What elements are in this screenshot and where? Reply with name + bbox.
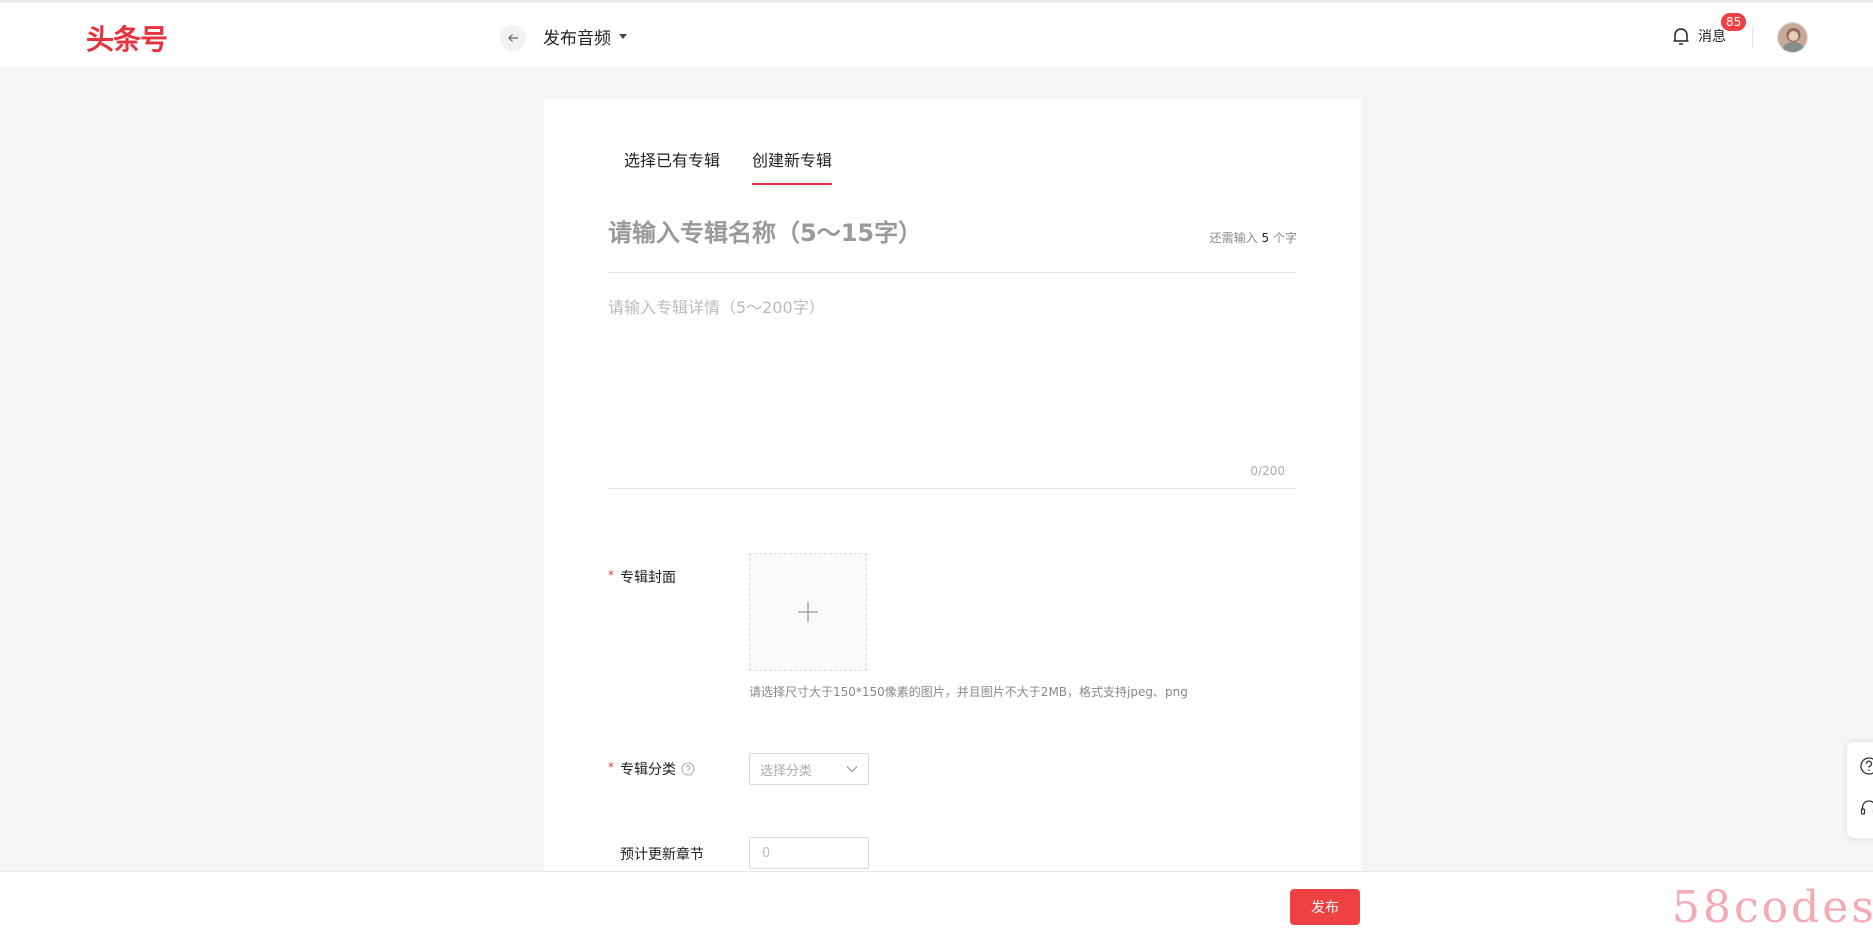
album-form-card: 选择已有专辑 创建新专辑 还需输入 5 个字 0/200 * 专辑封面 请选择尺… xyxy=(544,99,1361,872)
tab-create-new-album[interactable]: 创建新专辑 xyxy=(752,147,833,185)
messages-button[interactable]: 消息 xyxy=(1670,25,1726,47)
remaining-suffix: 个字 xyxy=(1272,231,1297,245)
tab-select-existing-album[interactable]: 选择已有专辑 xyxy=(624,147,720,185)
headset-icon xyxy=(1860,800,1873,815)
chapters-input[interactable] xyxy=(749,837,869,869)
watermark: 58codes xyxy=(1672,882,1873,933)
album-title-field: 还需输入 5 个字 xyxy=(608,216,1297,273)
category-select[interactable]: 选择分类 xyxy=(749,753,869,785)
required-mark: * xyxy=(608,760,614,774)
required-mark: * xyxy=(608,568,614,582)
messages-count-badge: 85 xyxy=(1721,13,1747,31)
top-bar: 头条号 发布音频 消息 85 xyxy=(0,0,1873,67)
album-tabs: 选择已有专辑 创建新专辑 xyxy=(624,147,864,185)
title-remaining-counter: 还需输入 5 个字 xyxy=(1210,229,1297,246)
cover-upload-button[interactable] xyxy=(749,553,867,671)
question-circle-icon[interactable] xyxy=(681,762,695,776)
logo[interactable]: 头条号 xyxy=(86,18,168,58)
bell-icon xyxy=(1673,28,1689,45)
album-description-textarea[interactable] xyxy=(608,284,1297,444)
bottom-action-bar: 发布 58codes xyxy=(0,871,1873,939)
help-icon xyxy=(1860,757,1873,775)
help-button[interactable] xyxy=(1859,756,1873,776)
arrow-left-icon xyxy=(508,34,518,42)
back-button[interactable] xyxy=(500,25,526,51)
header-divider xyxy=(1752,27,1753,49)
floating-help-panel xyxy=(1847,742,1873,838)
category-label-text: 专辑分类 xyxy=(620,762,676,778)
cover-label-text: 专辑封面 xyxy=(620,570,676,586)
category-select-placeholder: 选择分类 xyxy=(760,763,813,779)
avatar-image xyxy=(1778,23,1807,52)
page-title-dropdown[interactable]: 发布音频 xyxy=(543,24,627,49)
chevron-down-icon xyxy=(846,766,858,773)
cover-label: * 专辑封面 xyxy=(608,567,676,587)
messages-label: 消息 xyxy=(1698,29,1726,45)
category-label: * 专辑分类 xyxy=(608,759,695,779)
page-title: 发布音频 xyxy=(543,29,611,49)
avatar[interactable] xyxy=(1777,22,1808,53)
remaining-prefix: 还需输入 xyxy=(1209,231,1258,245)
description-char-count: 0/200 xyxy=(1250,464,1285,478)
publish-button[interactable]: 发布 xyxy=(1290,889,1360,925)
album-description-field: 0/200 xyxy=(608,284,1297,489)
chapters-label-text: 预计更新章节 xyxy=(620,847,704,863)
album-title-input[interactable] xyxy=(608,216,1188,250)
caret-down-icon xyxy=(619,34,627,39)
remaining-count: 5 xyxy=(1261,231,1270,245)
plus-icon xyxy=(798,602,818,622)
cover-upload-hint: 请选择尺寸大于150*150像素的图片，并且图片不大于2MB，格式支持jpeg、… xyxy=(749,685,1188,699)
customer-service-button[interactable] xyxy=(1859,798,1873,818)
chapters-label: 预计更新章节 xyxy=(620,844,704,864)
